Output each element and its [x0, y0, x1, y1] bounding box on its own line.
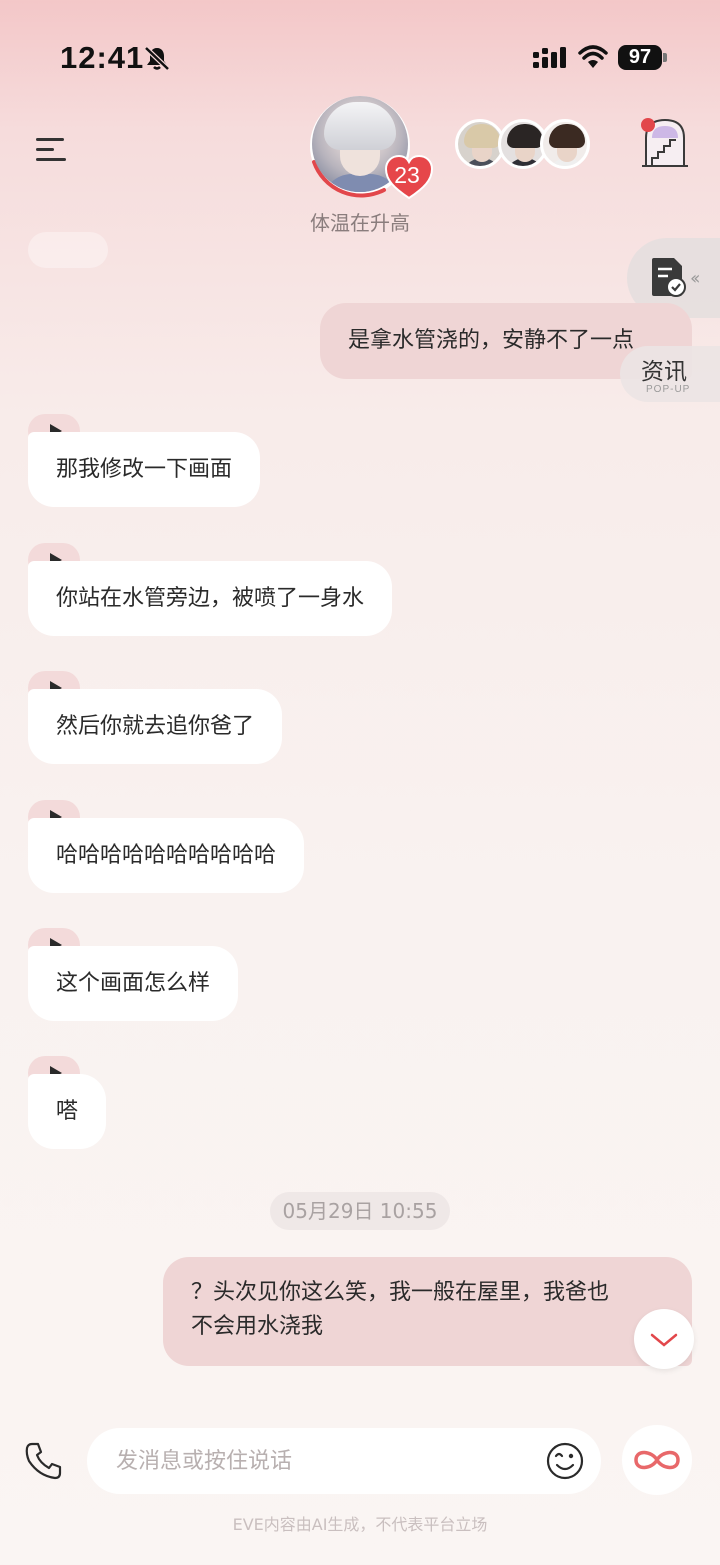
signal-icon [533, 47, 566, 68]
news-label: 资讯 [641, 359, 687, 385]
phone-icon[interactable] [24, 1441, 64, 1481]
message-text: 嗒 [56, 1098, 79, 1124]
ai-message: 那我修改一下画面 [28, 432, 261, 507]
message-text-line2: 不会用水浇我 [191, 1314, 324, 1339]
message-text: 哈哈哈哈哈哈哈哈哈哈 [56, 842, 277, 868]
ai-message: 这个画面怎么样 [28, 946, 239, 1021]
news-sublabel: POP-UP [646, 384, 691, 395]
message-text: 这个画面怎么样 [56, 970, 211, 996]
message-text: 你站在水管旁边，被喷了一身水 [56, 585, 365, 611]
ai-message: 哈哈哈哈哈哈哈哈哈哈 [28, 818, 305, 893]
infinity-button[interactable] [622, 1425, 692, 1495]
battery-level: 97 [618, 45, 662, 70]
message-input[interactable] [116, 1444, 516, 1478]
ai-message: 嗒 [28, 1074, 107, 1149]
chevron-down-icon [650, 1333, 678, 1347]
message-text: 那我修改一下画面 [56, 456, 233, 482]
document-check-icon[interactable] [648, 256, 688, 298]
wifi-icon [578, 45, 608, 68]
ai-disclaimer: EVE内容由AI生成，不代表平台立场 [232, 1515, 488, 1534]
battery-tip [663, 53, 667, 62]
ai-message: 你站在水管旁边，被喷了一身水 [28, 561, 393, 636]
emoji-icon[interactable] [546, 1442, 584, 1480]
affection-level: 23 [394, 162, 420, 188]
faded-message [28, 232, 108, 268]
menu-icon[interactable] [36, 134, 70, 164]
bell-off-icon [144, 46, 170, 71]
ai-message: 然后你就去追你爸了 [28, 689, 283, 764]
status-time: 12:41 [60, 40, 145, 75]
scroll-to-bottom-button[interactable] [634, 1309, 694, 1369]
status-caption: 体温在升高 [310, 211, 410, 235]
message-text: 是拿水管浇的，安静不了一点 [348, 328, 635, 353]
expand-arrows-icon: ‹‹ [690, 268, 701, 289]
character-avatar-3[interactable] [540, 119, 590, 169]
message-text-line1: ？头次见你这么笑，我一般在屋里，我爸也 [191, 1280, 610, 1305]
castle-icon[interactable] [638, 116, 692, 170]
message-timestamp: 05月29日 10:55 [270, 1192, 450, 1230]
user-message-2: ？头次见你这么笑，我一般在屋里，我爸也 不会用水浇我 [163, 1257, 692, 1366]
message-text: 然后你就去追你爸了 [56, 713, 255, 739]
infinity-icon [634, 1450, 680, 1470]
